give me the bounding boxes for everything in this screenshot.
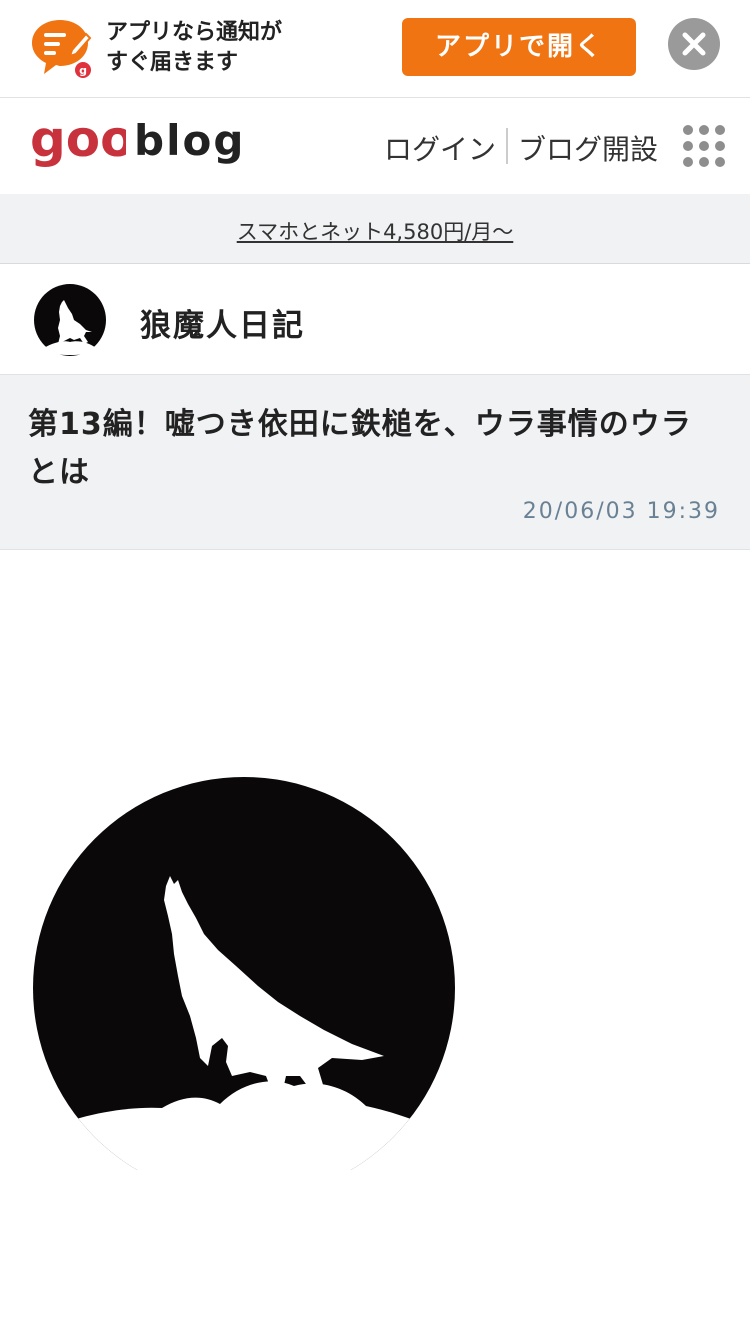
close-banner-button[interactable] (668, 18, 720, 70)
goo-logo-text: goo (30, 114, 126, 168)
app-promo-banner: g アプリなら通知が すぐ届きます アプリで開く (0, 0, 750, 98)
article-date: 20/06/03 19:39 (522, 499, 720, 524)
close-icon (682, 32, 706, 56)
howling-wolf-moon-image (32, 776, 456, 1170)
header-divider (506, 128, 508, 164)
article-title: 第13編！嘘つき依田に鉄槌を、ウラ事情のウラとは (28, 407, 692, 490)
article-header: 第13編！嘘つき依田に鉄槌を、ウラ事情のウラとは 20/06/03 19:39 (0, 374, 750, 550)
ad-strip: スマホとネット4,580円/月～ (0, 194, 750, 264)
site-header: goo blog ログイン ブログ開設 (0, 98, 750, 194)
blog-wordmark: blog (134, 116, 246, 165)
open-blog-link[interactable]: ブログ開設 (518, 128, 658, 168)
app-banner-message: アプリなら通知が すぐ届きます (106, 18, 282, 78)
goo-blog-app-icon: g (28, 16, 94, 80)
blog-title-bar: 狼魔人日記 (0, 264, 750, 374)
howling-wolf-avatar[interactable] (34, 284, 106, 356)
blog-name[interactable]: 狼魔人日記 (140, 300, 305, 345)
grid-menu-icon[interactable] (682, 124, 726, 168)
app-banner-message-line2: すぐ届きます (106, 50, 239, 75)
goo-logo[interactable]: goo (30, 110, 135, 172)
open-in-app-button[interactable]: アプリで開く (402, 18, 636, 76)
svg-text:g: g (79, 64, 87, 77)
app-banner-message-line1: アプリなら通知が (106, 20, 283, 45)
login-link[interactable]: ログイン (384, 128, 496, 168)
ad-link[interactable]: スマホとネット4,580円/月～ (237, 216, 514, 246)
